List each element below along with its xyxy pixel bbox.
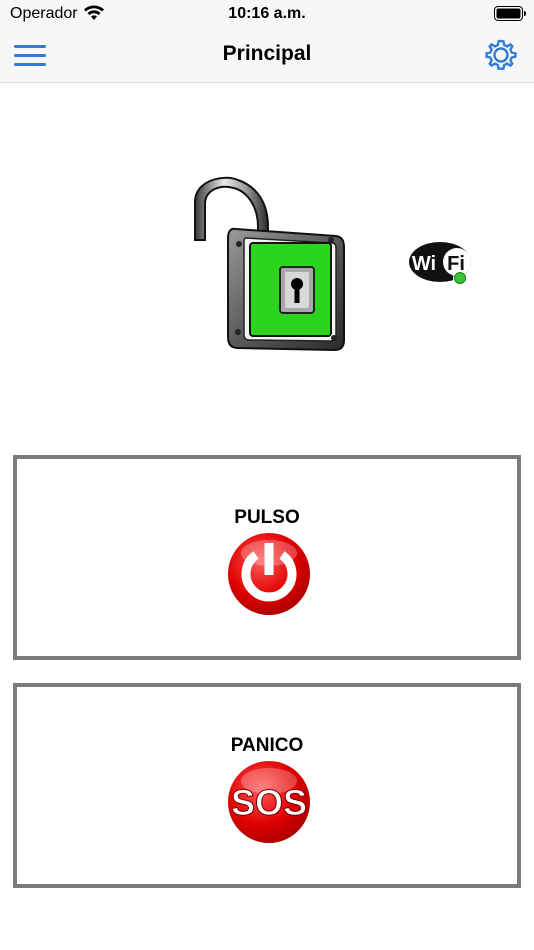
page-title: Principal bbox=[222, 42, 312, 65]
gear-icon[interactable] bbox=[484, 38, 518, 72]
panic-label: PANICO bbox=[230, 735, 304, 756]
wifi-logo-text-wi: Wi bbox=[412, 253, 436, 275]
status-clock: 10:16 a.m. bbox=[228, 5, 306, 22]
panic-button[interactable]: PANICO SOS bbox=[13, 683, 521, 888]
pulse-button[interactable]: PULSO bbox=[13, 455, 521, 660]
sos-text: SOS bbox=[231, 782, 307, 823]
pulse-label: PULSO bbox=[234, 507, 300, 528]
wifi-logo-icon: Wi Fi bbox=[409, 242, 471, 285]
sos-button-icon: SOS bbox=[228, 761, 310, 843]
status-bar: Operador 10:16 a.m. bbox=[0, 0, 534, 28]
unlocked-padlock-icon bbox=[194, 176, 345, 352]
navigation-bar: Principal bbox=[0, 28, 534, 83]
power-button-icon bbox=[228, 533, 310, 615]
battery-icon bbox=[494, 6, 526, 21]
